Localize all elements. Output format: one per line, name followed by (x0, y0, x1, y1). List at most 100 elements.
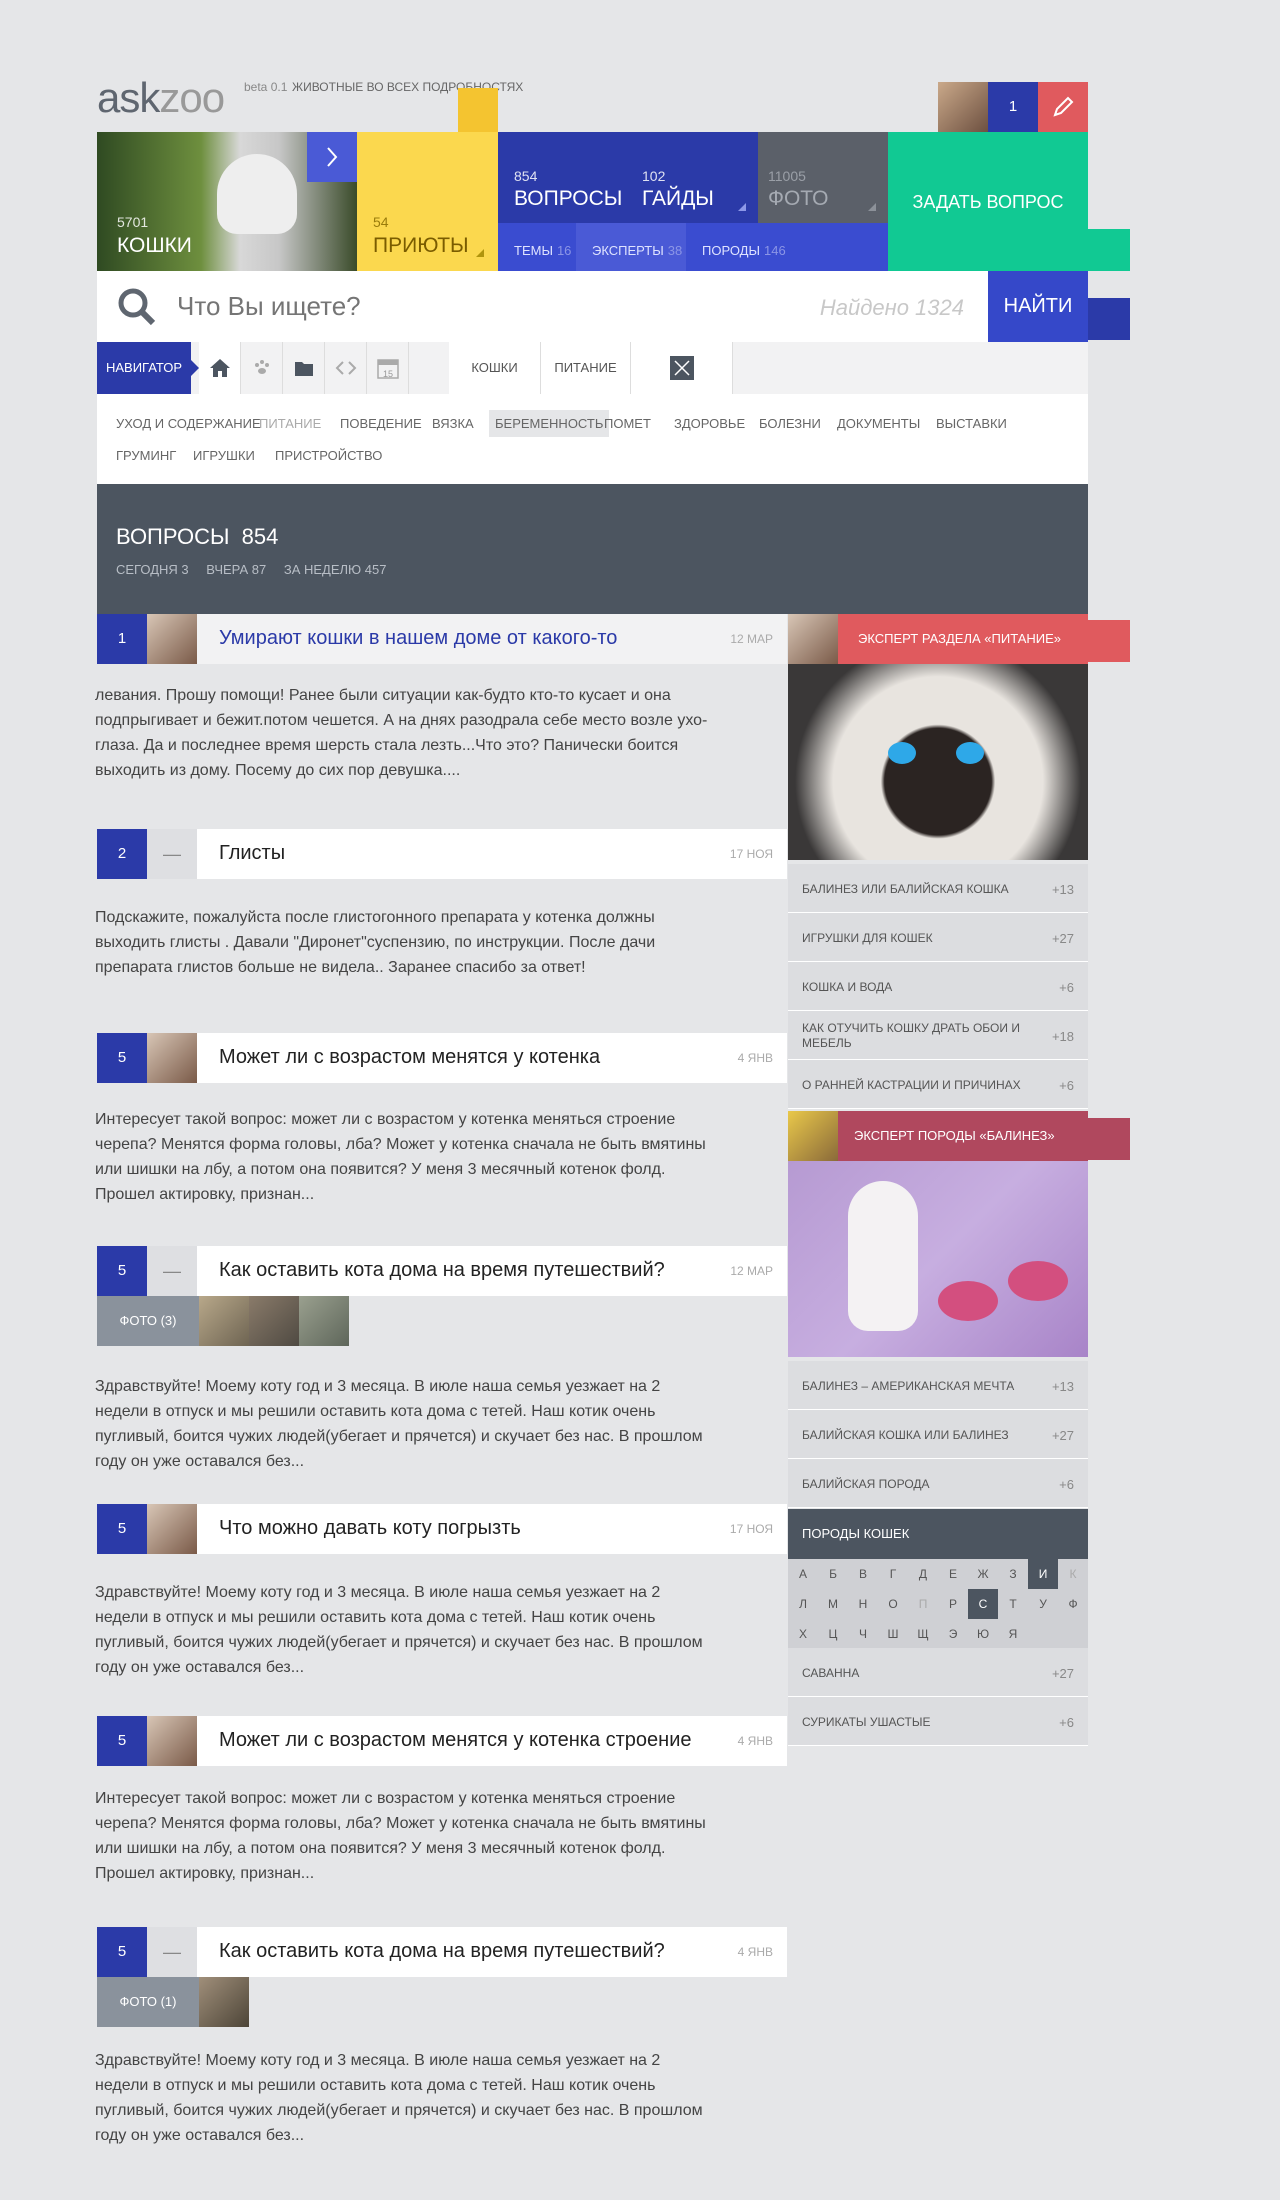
photo-count-button[interactable]: ФОТО (3) (97, 1296, 199, 1346)
question-rating[interactable]: 1 (97, 614, 147, 664)
avatar[interactable] (147, 614, 197, 664)
breed-letter[interactable]: Е (938, 1559, 968, 1589)
category-behavior[interactable]: ПОВЕДЕНИЕ (340, 416, 422, 431)
avatar[interactable] (147, 1504, 197, 1554)
category-shows[interactable]: ВЫСТАВКИ (936, 416, 1007, 431)
avatar[interactable] (147, 1033, 197, 1083)
breed-letter[interactable]: Л (788, 1589, 818, 1619)
breed-letter[interactable]: Щ (908, 1619, 938, 1649)
question-rating[interactable]: 2 (97, 829, 147, 879)
question-row[interactable]: 5 — Как оставить кота дома на время путе… (97, 1927, 787, 1977)
breed-letter[interactable]: О (878, 1589, 908, 1619)
breed-letter[interactable]: У (1028, 1589, 1058, 1619)
user-avatar[interactable] (938, 82, 988, 132)
breed-letter[interactable]: Ю (968, 1619, 998, 1649)
question-title[interactable]: Что можно давать коту погрызть (219, 1517, 521, 1540)
photo-thumb[interactable] (199, 1296, 249, 1346)
tile-questions[interactable]: 854 ВОПРОСЫ (498, 132, 628, 223)
subtab-topics[interactable]: ТЕМЫ 16 (498, 223, 576, 271)
breed-letter[interactable]: П (908, 1589, 938, 1619)
question-row[interactable]: 5 Может ли с возрастом менятся у котенка… (97, 1716, 787, 1766)
subtab-experts[interactable]: ЭКСПЕРТЫ 38 (576, 223, 686, 271)
photo-thumb[interactable] (249, 1296, 299, 1346)
category-health[interactable]: ЗДОРОВЬЕ (674, 416, 745, 431)
nav-paw[interactable] (241, 342, 283, 394)
question-title[interactable]: Как оставить кота дома на время путешест… (219, 1259, 665, 1282)
breed-letter[interactable]: Г (878, 1559, 908, 1589)
breed-letter[interactable]: Ф (1058, 1589, 1088, 1619)
question-row[interactable]: 2 — Глисты 17 НОЯ (97, 829, 787, 879)
question-title[interactable]: Глисты (219, 842, 285, 865)
question-rating[interactable]: 5 (97, 1033, 147, 1083)
category-litter[interactable]: ПОМЕТ (604, 416, 651, 431)
sidebar-item[interactable]: БАЛИНЕЗ ИЛИ БАЛИЙСКАЯ КОШКА +13 (788, 864, 1088, 913)
tile-shelters[interactable]: 54 ПРИЮТЫ (357, 132, 498, 271)
breed-letter[interactable]: Ж (968, 1559, 998, 1589)
question-row[interactable]: 1 Умирают кошки в нашем доме от какого-т… (97, 614, 787, 664)
question-rating[interactable]: 5 (97, 1927, 147, 1977)
breed-letter[interactable]: З (998, 1559, 1028, 1589)
avatar[interactable] (147, 1716, 197, 1766)
search-button[interactable]: НАЙТИ (988, 271, 1088, 342)
breed-letter[interactable]: С (968, 1589, 998, 1619)
breed-letter[interactable]: Ц (818, 1619, 848, 1649)
nav-tag-cats[interactable]: КОШКИ (449, 342, 541, 394)
sidebar-item[interactable]: СУРИКАТЫ УШАСТЫЕ +6 (788, 1697, 1088, 1746)
breed-letter[interactable]: Я (998, 1619, 1028, 1649)
question-rating[interactable]: 5 (97, 1504, 147, 1554)
sidebar-item[interactable]: КАК ОТУЧИТЬ КОШКУ ДРАТЬ ОБОИ И МЕБЕЛЬ +18 (788, 1011, 1088, 1060)
notifications-button[interactable]: 1 (988, 82, 1038, 132)
breed-letter[interactable]: Н (848, 1589, 878, 1619)
breed-letter[interactable]: Б (818, 1559, 848, 1589)
navigator-button[interactable]: НАВИГАТОР (97, 342, 191, 394)
question-rating[interactable]: 5 (97, 1246, 147, 1296)
photo-thumb[interactable] (199, 1977, 249, 2027)
breed-letter[interactable]: Х (788, 1619, 818, 1649)
question-row[interactable]: 5 — Как оставить кота дома на время путе… (97, 1246, 787, 1296)
question-row[interactable]: 5 Может ли с возрастом менятся у котенка… (97, 1033, 787, 1083)
breed-letter[interactable]: И (1028, 1559, 1058, 1589)
nav-folder[interactable] (283, 342, 325, 394)
expert-avatar[interactable] (788, 614, 838, 664)
question-title[interactable]: Может ли с возрастом менятся у котенка с… (219, 1729, 692, 1752)
category-pregnancy[interactable]: БЕРЕМЕННОСТЬ (489, 410, 610, 437)
category-adoption[interactable]: ПРИСТРОЙСТВО (275, 448, 382, 463)
breed-letter[interactable]: Д (908, 1559, 938, 1589)
breed-letter[interactable]: К (1058, 1559, 1088, 1589)
question-title[interactable]: Умирают кошки в нашем доме от какого-то (219, 627, 617, 650)
category-mating[interactable]: ВЯЗКА (432, 416, 474, 431)
category-grooming[interactable]: ГРУМИНГ (116, 448, 176, 463)
expert-avatar[interactable] (788, 1111, 838, 1161)
nav-tag-food[interactable]: ПИТАНИЕ (541, 342, 631, 394)
category-toys[interactable]: ИГРУШКИ (193, 448, 255, 463)
subtab-breeds[interactable]: ПОРОДЫ 146 (686, 223, 888, 271)
sidebar-item[interactable]: КОШКА И ВОДА +6 (788, 962, 1088, 1011)
question-row[interactable]: 5 Что можно давать коту погрызть 17 НОЯ (97, 1504, 787, 1554)
category-documents[interactable]: ДОКУМЕНТЫ (837, 416, 920, 431)
sidebar-item[interactable]: БАЛИЙСКАЯ ПОРОДА +6 (788, 1459, 1088, 1508)
category-food[interactable]: ПИТАНИЕ (259, 416, 321, 431)
sidebar-item[interactable]: ИГРУШКИ ДЛЯ КОШЕК +27 (788, 913, 1088, 962)
tile-next-button[interactable] (307, 132, 357, 182)
question-title[interactable]: Может ли с возрастом менятся у котенка (219, 1046, 600, 1069)
sidebar-item[interactable]: О РАННЕЙ КАСТРАЦИИ И ПРИЧИНАХ +6 (788, 1060, 1088, 1109)
breed-letter[interactable]: А (788, 1559, 818, 1589)
breed-letter[interactable]: Ч (848, 1619, 878, 1649)
sidebar-item[interactable]: САВАННА +27 (788, 1648, 1088, 1697)
breed-letter[interactable]: В (848, 1559, 878, 1589)
sidebar-item[interactable]: БАЛИНЕЗ – АМЕРИКАНСКАЯ МЕЧТА +13 (788, 1361, 1088, 1410)
category-care[interactable]: УХОД И СОДЕРЖАНИЕ (116, 416, 261, 431)
nav-calendar[interactable]: 15 (367, 342, 409, 394)
expert-food-header[interactable]: ЭКСПЕРТ РАЗДЕЛА «ПИТАНИЕ» (838, 614, 1088, 664)
ask-question-button[interactable]: ЗАДАТЬ ВОПРОС (888, 132, 1088, 271)
photo-thumb[interactable] (299, 1296, 349, 1346)
edit-button[interactable] (1038, 82, 1088, 132)
breed-letter[interactable]: Ш (878, 1619, 908, 1649)
sidebar-item[interactable]: БАЛИЙСКАЯ КОШКА ИЛИ БАЛИНЕЗ +27 (788, 1410, 1088, 1459)
tile-guides[interactable]: 102 ГАЙДЫ (628, 132, 758, 223)
category-diseases[interactable]: БОЛЕЗНИ (759, 416, 821, 431)
question-rating[interactable]: 5 (97, 1716, 147, 1766)
expert-breed-header[interactable]: ЭКСПЕРТ ПОРОДЫ «БАЛИНЕЗ» (838, 1111, 1088, 1161)
breed-letter[interactable]: Т (998, 1589, 1028, 1619)
nav-code[interactable] (325, 342, 367, 394)
